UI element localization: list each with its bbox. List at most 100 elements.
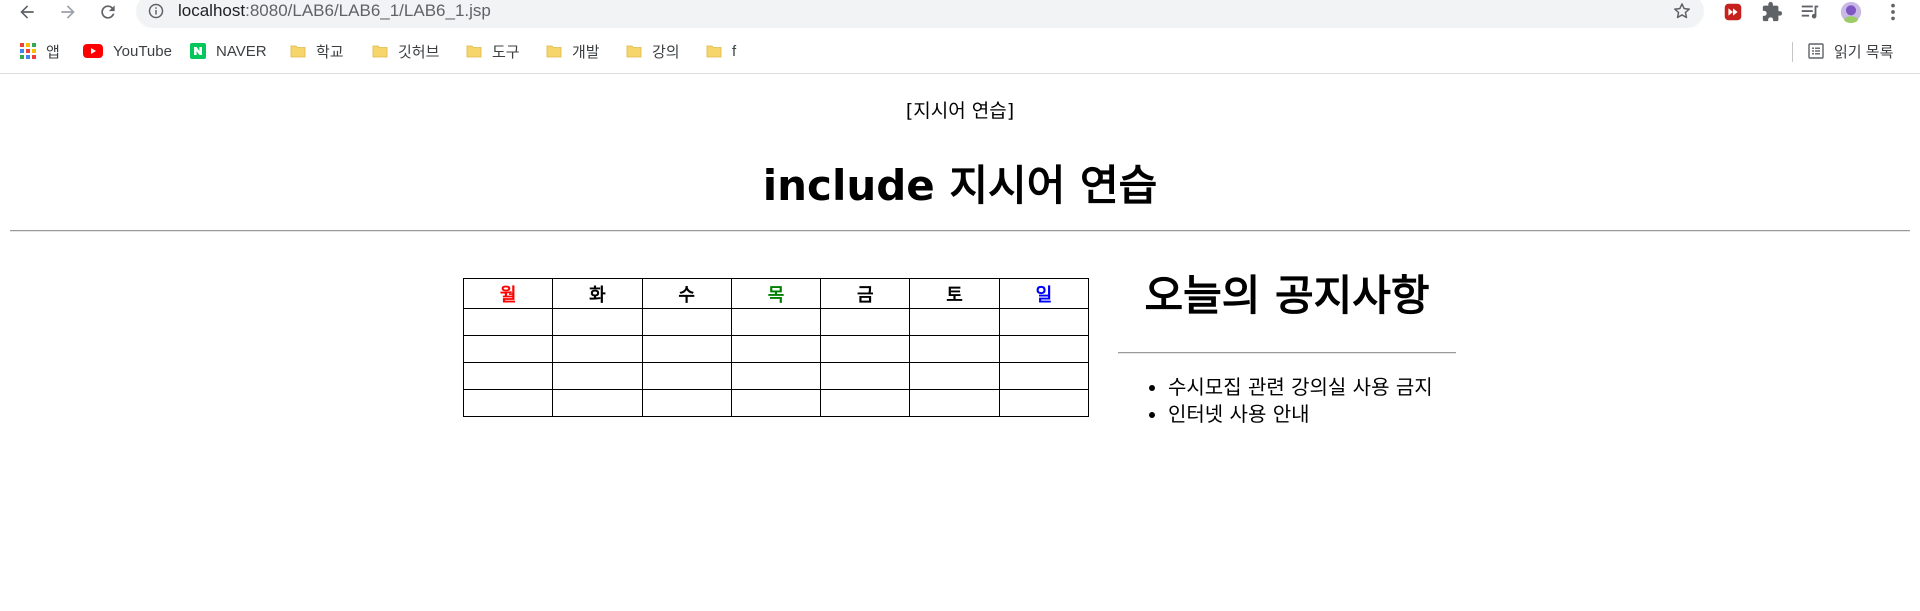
apps-grid-icon <box>20 43 36 59</box>
bookmark-label: NAVER <box>216 42 267 60</box>
table-cell <box>641 362 732 390</box>
table-cell <box>820 362 911 390</box>
table-cell <box>909 308 1000 336</box>
day-header-sun: 일 <box>998 278 1090 309</box>
table-cell <box>462 308 554 336</box>
table-cell <box>998 335 1090 363</box>
bookmark-folder-f[interactable]: f <box>706 36 736 66</box>
day-header-thu: 목 <box>730 278 822 309</box>
table-cell <box>730 362 822 390</box>
bookmark-folder-tools[interactable]: 도구 <box>466 36 520 66</box>
table-cell <box>998 362 1090 390</box>
bookmark-folder-school[interactable]: 학교 <box>290 36 344 66</box>
table-cell <box>998 389 1090 417</box>
bookmark-youtube[interactable]: YouTube <box>83 36 172 66</box>
puzzle-icon <box>1762 1 1783 22</box>
day-header-wed: 수 <box>641 278 732 309</box>
table-cell <box>820 335 911 363</box>
folder-icon <box>626 45 642 58</box>
extensions-button[interactable] <box>1759 0 1785 24</box>
youtube-icon <box>83 44 103 58</box>
reload-button[interactable] <box>93 0 123 24</box>
folder-icon <box>706 45 722 58</box>
bookmark-label: YouTube <box>113 42 172 60</box>
table-cell <box>909 389 1000 417</box>
page-content: [지시어 연습] include 지시어 연습 월 화 수 목 금 토 일 오늘… <box>0 74 1920 611</box>
bookmarks-bar: 앱 YouTube NAVER 학교 깃허브 도구 개발 강의 f 읽기 목록 <box>0 36 1920 66</box>
reading-list-label: 읽기 목록 <box>1834 43 1894 61</box>
notice-list: 수시모집 관련 강의실 사용 금지 인터넷 사용 안내 <box>1168 374 1433 428</box>
back-button[interactable] <box>12 0 42 24</box>
table-row <box>462 335 1090 363</box>
bookmark-label: 학교 <box>316 43 344 61</box>
browser-toolbar: localhost:8080/LAB6/LAB6_1/LAB6_1.jsp <box>0 0 1920 28</box>
star-icon[interactable] <box>1672 1 1692 21</box>
day-header-mon: 월 <box>462 278 554 309</box>
url-path: :8080/LAB6/LAB6_1/LAB6_1.jsp <box>245 1 491 20</box>
browser-menu-button[interactable] <box>1880 0 1906 24</box>
table-cell <box>909 362 1000 390</box>
table-cell <box>641 308 732 336</box>
naver-icon <box>190 43 206 59</box>
table-row <box>462 308 1090 336</box>
table-cell <box>552 389 643 417</box>
table-cell <box>462 335 554 363</box>
bookmark-label: 강의 <box>652 43 680 61</box>
reading-list-button[interactable]: 읽기 목록 <box>1808 36 1893 66</box>
page-subtitle: [지시어 연습] <box>905 100 1015 122</box>
table-cell <box>552 335 643 363</box>
table-cell <box>552 308 643 336</box>
table-cell <box>552 362 643 390</box>
arrow-right-icon <box>61 5 75 19</box>
extension-button-red[interactable] <box>1720 0 1746 24</box>
table-cell <box>820 389 911 417</box>
notice-title: 오늘의 공지사항 <box>1144 271 1430 320</box>
folder-icon <box>466 45 482 58</box>
bookmark-label: 도구 <box>492 43 520 61</box>
fast-forward-icon <box>1724 3 1742 21</box>
table-cell <box>641 389 732 417</box>
table-cell <box>909 335 1000 363</box>
url-host: localhost <box>178 1 246 20</box>
address-bar[interactable]: localhost:8080/LAB6/LAB6_1/LAB6_1.jsp <box>136 0 1704 28</box>
profile-avatar-button[interactable] <box>1838 0 1864 24</box>
table-cell <box>820 308 911 336</box>
bookmark-label: f <box>732 42 737 60</box>
bookmark-label: 개발 <box>572 43 600 61</box>
bookmark-apps[interactable]: 앱 <box>20 36 60 66</box>
reading-list-icon <box>1808 43 1824 59</box>
table-cell <box>730 389 822 417</box>
avatar-icon <box>1840 1 1862 23</box>
notice-item: 수시모집 관련 강의실 사용 금지 <box>1168 374 1433 401</box>
table-row <box>462 389 1090 417</box>
weekday-table-body <box>462 308 1090 417</box>
info-icon[interactable] <box>148 3 164 19</box>
page-title: include 지시어 연습 <box>762 161 1158 210</box>
folder-icon <box>546 45 562 58</box>
folder-icon <box>372 45 388 58</box>
bookmark-label: 앱 <box>46 43 60 61</box>
bookmarks-divider <box>1792 42 1793 62</box>
queue-music-icon <box>1801 5 1819 19</box>
weekday-table: 월 화 수 목 금 토 일 <box>462 278 1090 417</box>
bookmark-folder-github[interactable]: 깃허브 <box>372 36 439 66</box>
bookmark-naver[interactable]: NAVER <box>190 36 267 66</box>
table-cell <box>998 308 1090 336</box>
day-header-tue: 화 <box>552 278 643 309</box>
day-header-fri: 금 <box>820 278 911 309</box>
day-header-sat: 토 <box>909 278 1000 309</box>
arrow-left-icon <box>20 5 34 19</box>
media-controls-button[interactable] <box>1797 0 1823 24</box>
table-cell <box>730 335 822 363</box>
notice-item: 인터넷 사용 안내 <box>1168 401 1433 428</box>
table-row <box>462 362 1090 390</box>
table-cell <box>462 389 554 417</box>
bookmark-folder-dev[interactable]: 개발 <box>546 36 600 66</box>
folder-icon <box>290 45 306 58</box>
forward-button[interactable] <box>53 0 83 24</box>
bookmark-label: 깃허브 <box>398 43 440 61</box>
url-text[interactable]: localhost:8080/LAB6/LAB6_1/LAB6_1.jsp <box>178 1 491 21</box>
bookmark-folder-lecture[interactable]: 강의 <box>626 36 680 66</box>
table-cell <box>641 335 732 363</box>
notice-divider <box>1118 352 1456 354</box>
